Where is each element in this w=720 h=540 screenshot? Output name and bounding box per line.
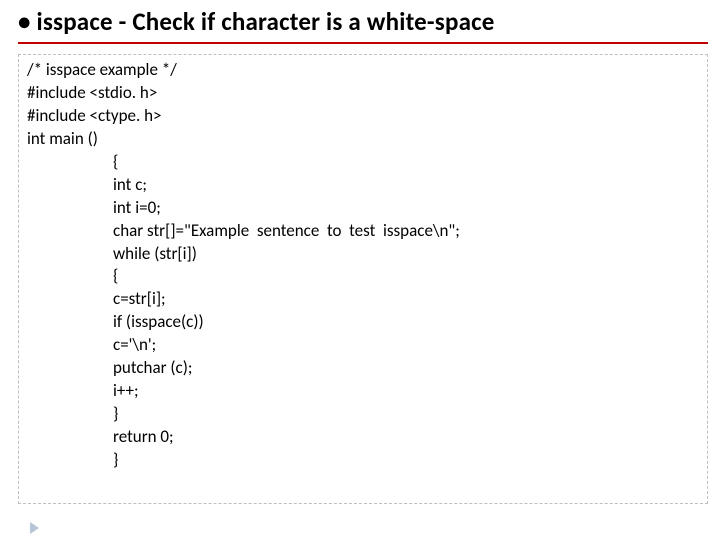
code-line: { (113, 265, 699, 288)
code-line: while (str[i]) (113, 243, 699, 266)
code-line: /* isspace example */ (27, 59, 699, 82)
slide-title: • isspace - Check if character is a whit… (18, 6, 710, 37)
code-line: int i=0; (113, 197, 699, 220)
code-line: return 0; (113, 426, 699, 449)
slide: • isspace - Check if character is a whit… (0, 0, 720, 540)
code-line: #include <ctype. h> (27, 105, 699, 128)
code-line: i++; (113, 380, 699, 403)
code-line: int main () (27, 128, 699, 151)
code-line: #include <stdio. h> (27, 82, 699, 105)
code-line: putchar (c); (113, 357, 699, 380)
code-line: int c; (113, 174, 699, 197)
code-line: } (113, 449, 699, 472)
code-line: if (isspace(c)) (113, 311, 699, 334)
code-line: c=str[i]; (113, 288, 699, 311)
code-line: } (113, 403, 699, 426)
code-line: c='\n'; (113, 334, 699, 357)
code-line: { (113, 151, 699, 174)
body-area: /* isspace example */ #include <stdio. h… (18, 54, 708, 530)
content-placeholder: /* isspace example */ #include <stdio. h… (18, 54, 708, 504)
title-underline (18, 42, 708, 44)
slide-footer-arrow-icon (30, 522, 39, 534)
code-line: char str[]="Example sentence to test iss… (113, 220, 699, 243)
